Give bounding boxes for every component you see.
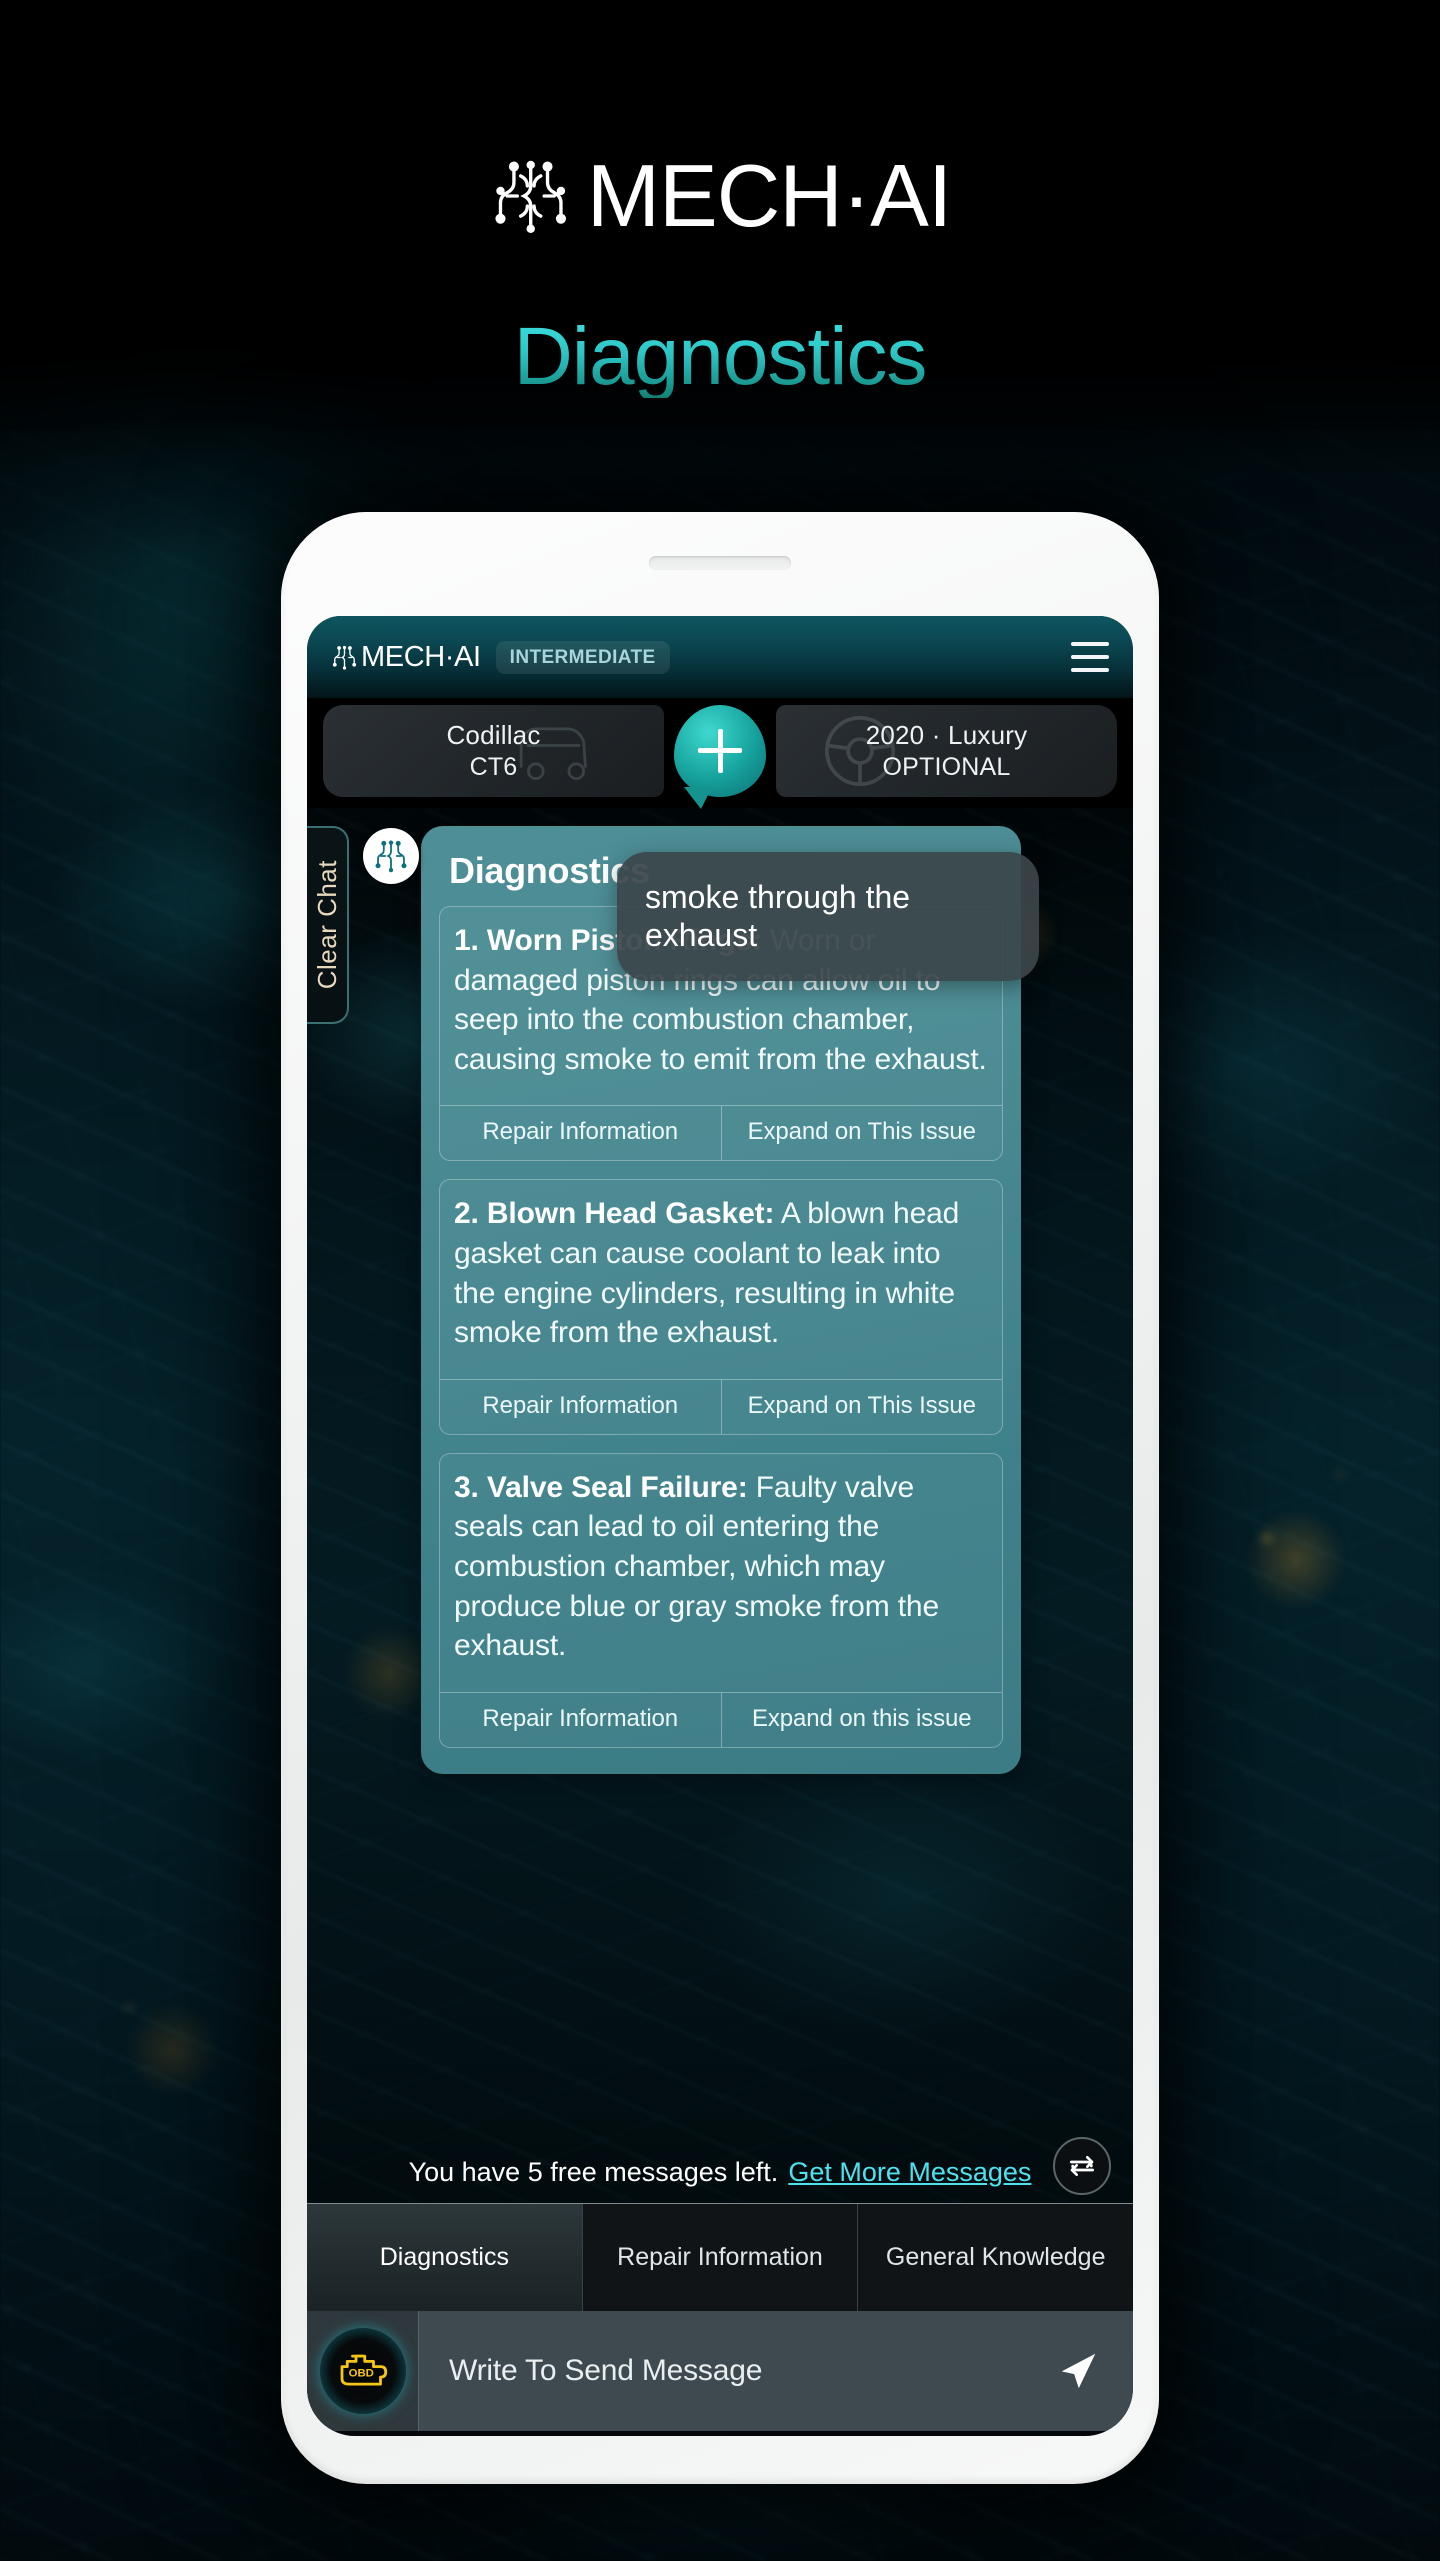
get-more-messages-link[interactable]: Get More Messages bbox=[788, 2157, 1031, 2188]
repair-information-button[interactable]: Repair Information bbox=[440, 1380, 721, 1434]
repair-information-button[interactable]: Repair Information bbox=[440, 1106, 721, 1160]
vehicle-make: Codillac bbox=[446, 719, 541, 750]
expand-issue-button[interactable]: Expand on This Issue bbox=[720, 1379, 1003, 1434]
repair-information-button[interactable]: Repair Information bbox=[440, 1693, 721, 1747]
obd-button[interactable]: OBD bbox=[307, 2311, 419, 2431]
circuit-logo-icon bbox=[495, 160, 566, 233]
svg-text:OBD: OBD bbox=[348, 2367, 373, 2379]
message-composer: OBD Write To Send Message bbox=[307, 2311, 1133, 2431]
app-logo-text: MECH·AI bbox=[361, 640, 481, 673]
circuit-logo-icon bbox=[375, 840, 407, 873]
message-input[interactable]: Write To Send Message bbox=[419, 2354, 1023, 2388]
avatar bbox=[363, 828, 419, 884]
chat-area: Clear Chat Diagnostics 1. Worn Piston da… bbox=[307, 808, 1133, 2203]
plus-icon bbox=[698, 728, 742, 773]
page-title: Diagnostics bbox=[513, 311, 928, 402]
diagnostic-card-body: 3. Valve Seal Failure: Faulty valve seal… bbox=[440, 1454, 1002, 1692]
diagnostic-index: 3. bbox=[454, 1470, 479, 1504]
app-logo[interactable]: MECH·AI bbox=[331, 640, 481, 673]
circuit-logo-icon bbox=[332, 645, 357, 670]
user-message: smoke through the exhaust bbox=[617, 852, 1039, 981]
diagnostic-title: Valve Seal Failure: bbox=[486, 1470, 748, 1504]
free-messages-row: You have 5 free messages left. Get More … bbox=[307, 2137, 1133, 2203]
hamburger-bar bbox=[1071, 642, 1109, 646]
refresh-button[interactable] bbox=[1053, 2137, 1111, 2195]
refresh-icon bbox=[1070, 2156, 1094, 2176]
vehicle-optional: OPTIONAL bbox=[882, 752, 1011, 781]
brand-name: MECH·AI bbox=[586, 146, 953, 245]
hamburger-bar bbox=[1071, 668, 1109, 672]
vehicle-make-model-chip[interactable]: Codillac CT6 bbox=[323, 705, 664, 797]
expand-issue-button[interactable]: Expand on this issue bbox=[720, 1692, 1003, 1747]
level-badge[interactable]: INTERMEDIATE bbox=[495, 640, 670, 674]
vehicle-selector-bar: Codillac CT6 2020 · Luxury OPTIONAL bbox=[307, 698, 1133, 809]
diagnostic-index: 1. bbox=[454, 924, 479, 957]
diagnostic-card-body: 2. Blown Head Gasket: A blown head gaske… bbox=[440, 1180, 1002, 1378]
obd-check-engine-icon: OBD bbox=[319, 2328, 406, 2414]
vehicle-model: CT6 bbox=[469, 752, 518, 781]
clear-chat-button[interactable]: Clear Chat bbox=[307, 826, 349, 1024]
diagnostic-card: 3. Valve Seal Failure: Faulty valve seal… bbox=[439, 1452, 1003, 1748]
expand-issue-button[interactable]: Expand on This Issue bbox=[720, 1106, 1003, 1161]
phone-speaker-slot bbox=[649, 556, 791, 570]
bottom-tab-bar: Diagnostics Repair Information General K… bbox=[307, 2203, 1133, 2311]
diagnostic-index: 2. bbox=[454, 1197, 479, 1231]
send-icon bbox=[1061, 2353, 1096, 2389]
brand-lockup: MECH·AI bbox=[489, 152, 952, 240]
diagnostic-card-actions: Repair Information Expand on This Issue bbox=[440, 1378, 1003, 1434]
send-button[interactable] bbox=[1023, 2348, 1133, 2394]
vehicle-year-trim: 2020 · Luxury bbox=[865, 719, 1028, 750]
tab-diagnostics[interactable]: Diagnostics bbox=[307, 2204, 583, 2311]
add-vehicle-button[interactable] bbox=[674, 704, 766, 809]
free-messages-text: You have 5 free messages left. bbox=[408, 2156, 779, 2187]
diagnostic-title: Blown Head Gasket: bbox=[486, 1197, 775, 1231]
hamburger-menu-icon[interactable] bbox=[1071, 642, 1109, 672]
diagnostic-card-actions: Repair Information Expand on This Issue bbox=[440, 1105, 1003, 1161]
diagnostic-card: 2. Blown Head Gasket: A blown head gaske… bbox=[439, 1179, 1003, 1435]
phone-screen: MECH·AI INTERMEDIATE Codillac CT6 2020 ·… bbox=[307, 616, 1133, 2436]
clear-chat-label: Clear Chat bbox=[311, 860, 342, 990]
page-header: MECH·AI Diagnostics bbox=[0, 0, 1440, 430]
hamburger-bar bbox=[1071, 655, 1109, 659]
phone-mockup: MECH·AI INTERMEDIATE Codillac CT6 2020 ·… bbox=[281, 512, 1159, 2484]
tab-general-knowledge[interactable]: General Knowledge bbox=[858, 2204, 1133, 2311]
diagnostic-card-actions: Repair Information Expand on this issue bbox=[440, 1691, 1003, 1747]
tab-repair-information[interactable]: Repair Information bbox=[582, 2204, 859, 2311]
app-header: MECH·AI INTERMEDIATE bbox=[307, 616, 1133, 698]
vehicle-year-trim-chip[interactable]: 2020 · Luxury OPTIONAL bbox=[776, 705, 1117, 797]
